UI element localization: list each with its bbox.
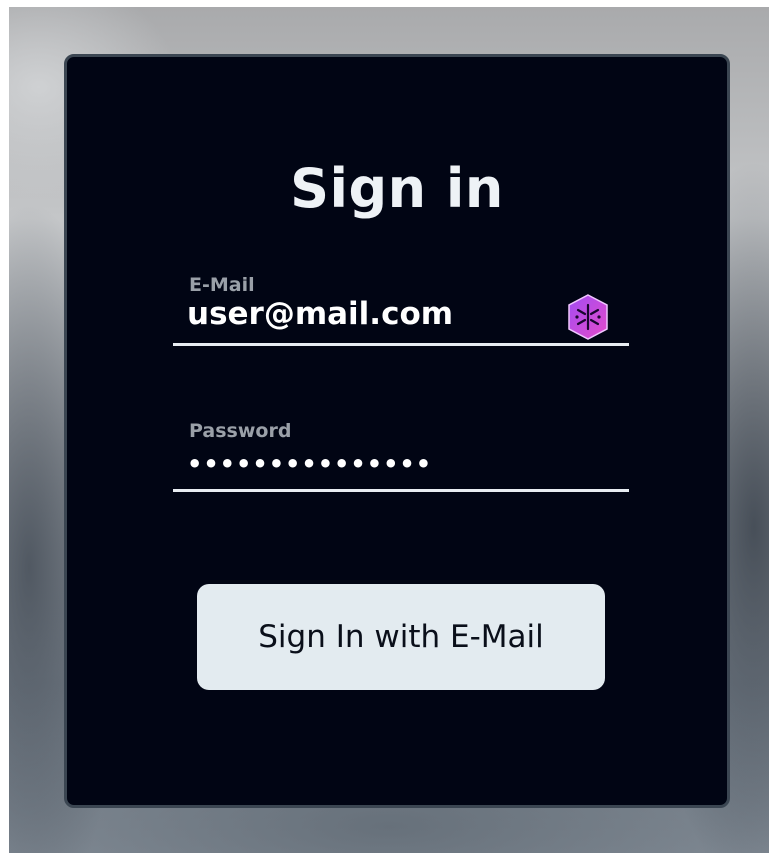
email-field-group: E-Mail: [173, 274, 629, 346]
page-title: Sign in: [290, 157, 504, 220]
password-label: Password: [189, 420, 292, 442]
email-field[interactable]: [187, 296, 567, 332]
password-field[interactable]: •••••••••••••••: [187, 450, 567, 478]
sign-in-card: Sign in E-Mail user@mail.com Password ••…: [64, 54, 730, 808]
sign-in-with-email-button[interactable]: Sign In with E-Mail: [197, 584, 605, 690]
password-field-group: Password •••••••••••••••: [173, 420, 629, 492]
background: Sign in E-Mail user@mail.com Password ••…: [9, 7, 769, 853]
email-label: E-Mail: [189, 274, 255, 296]
password-manager-icon[interactable]: [564, 293, 612, 341]
